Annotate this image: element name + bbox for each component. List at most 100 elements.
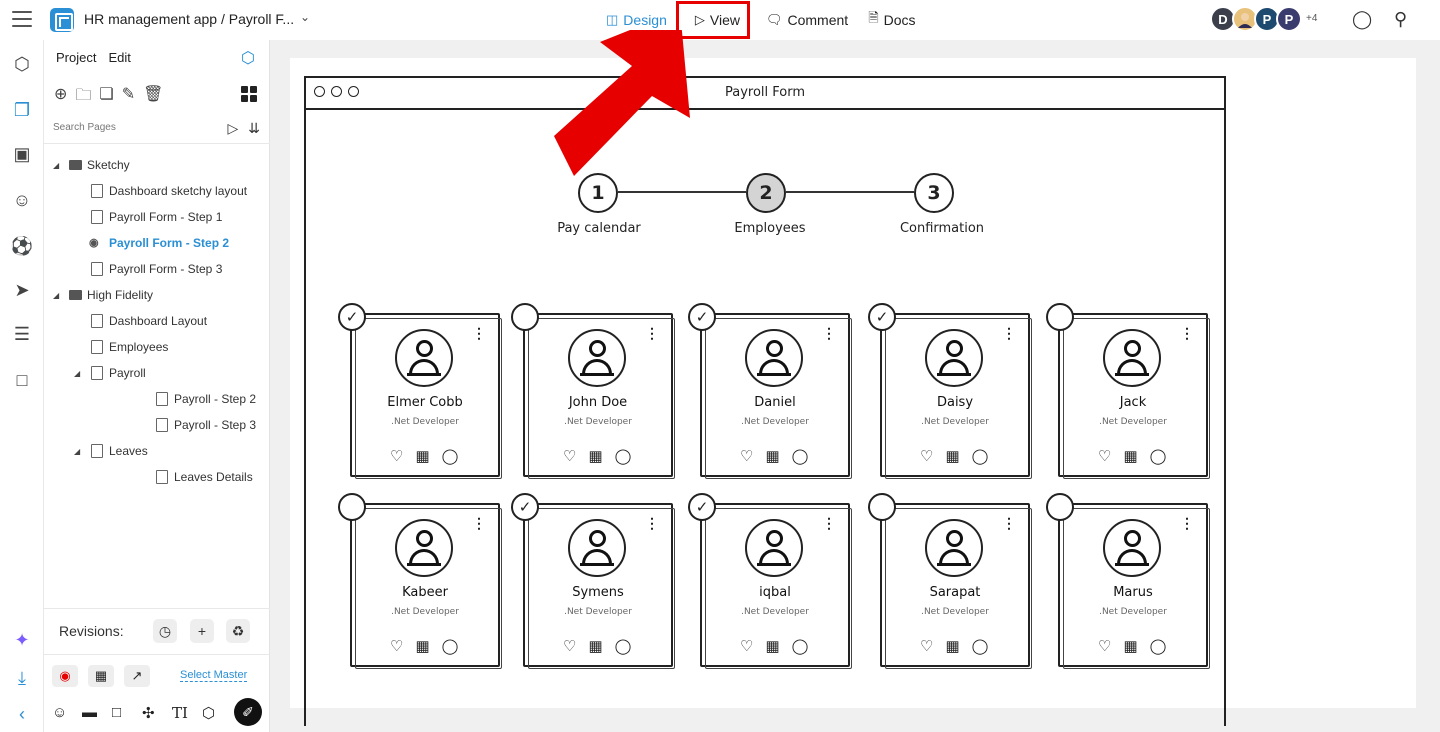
more-options-icon[interactable]: ⋮ (822, 515, 836, 532)
employee-card[interactable]: ⋮ Kabeer .Net Developer ♡ ▦ ◯ (350, 503, 502, 669)
checkbox-unchecked-icon[interactable] (868, 493, 896, 521)
chat-bubble-icon[interactable]: ◯ (442, 637, 459, 655)
calendar-icon[interactable]: ▦ (945, 447, 959, 465)
heart-icon[interactable]: ♡ (740, 447, 753, 465)
heart-icon[interactable]: ♡ (920, 637, 933, 655)
tree-item-page-active[interactable]: ◉ Payroll Form - Step 2 (44, 230, 270, 256)
heart-icon[interactable]: ♡ (563, 447, 576, 465)
search-pages-input[interactable] (53, 122, 203, 133)
calendar-icon[interactable]: ▦ (765, 637, 779, 655)
grid-view-icon[interactable] (241, 86, 257, 102)
trash-icon[interactable]: 🗑 (143, 84, 163, 111)
heart-icon[interactable]: ♡ (740, 637, 753, 655)
pages-icon[interactable]: ❐ (10, 98, 34, 122)
heart-icon[interactable]: ♡ (563, 637, 576, 655)
add-revision-button[interactable]: + (190, 619, 214, 643)
step-3-circle[interactable]: 3 (914, 173, 954, 213)
calendar-icon[interactable]: ▦ (1123, 447, 1137, 465)
collapse-all-icon[interactable]: ⇊ (248, 120, 260, 137)
expand-icon[interactable]: ◢ (74, 369, 84, 378)
chevron-down-icon[interactable]: ⌄ (300, 10, 310, 24)
collaborators[interactable]: D P P +4 (1210, 6, 1317, 32)
tree-item-page[interactable]: Dashboard sketchy layout (44, 178, 270, 204)
chat-bubble-icon[interactable]: ◯ (792, 447, 809, 465)
heart-icon[interactable]: ♡ (390, 447, 403, 465)
chat-bubble-icon[interactable]: ◯ (615, 447, 632, 465)
employee-card[interactable]: ⋮ Daisy .Net Developer ♡ ▦ ◯ (880, 313, 1032, 479)
expand-icon[interactable]: ◢ (74, 447, 84, 456)
tree-item-page[interactable]: Payroll Form - Step 1 (44, 204, 270, 230)
tree-item-payroll[interactable]: ◢ Payroll (44, 360, 270, 386)
checkbox-checked-icon[interactable]: ✓ (338, 303, 366, 331)
rocket-icon[interactable]: ➤ (10, 278, 34, 302)
calendar-icon[interactable]: ▦ (415, 447, 429, 465)
cube-icon[interactable]: ⬡ (10, 52, 34, 76)
collapse-icon[interactable]: ‹ (10, 702, 34, 726)
calendar-icon[interactable]: ▦ (415, 637, 429, 655)
tab-docs[interactable]: 🗎 Docs (858, 0, 925, 40)
checkbox-unchecked-icon[interactable] (338, 493, 366, 521)
employee-card[interactable]: ⋮ Sarapat .Net Developer ♡ ▦ ◯ (880, 503, 1032, 669)
edit-icon[interactable]: ✎ (122, 84, 135, 111)
add-page-icon[interactable]: ⊕ (54, 84, 67, 111)
tab-edit[interactable]: Edit (108, 50, 130, 65)
more-options-icon[interactable]: ⋮ (645, 325, 659, 342)
employee-card[interactable]: ⋮ Marus .Net Developer ♡ ▦ ◯ (1058, 503, 1210, 669)
more-options-icon[interactable]: ⋮ (472, 325, 486, 342)
more-options-icon[interactable]: ⋮ (822, 325, 836, 342)
tree-item-page[interactable]: Payroll - Step 2 (44, 386, 270, 412)
zoom-icon[interactable]: ⚲ (1394, 9, 1407, 30)
expand-icon[interactable]: ◢ (53, 291, 63, 300)
checkbox-unchecked-icon[interactable] (1046, 493, 1074, 521)
expand-icon[interactable]: ◢ (53, 161, 63, 170)
layers-icon[interactable]: ☰ (10, 322, 34, 346)
checkbox-checked-icon[interactable]: ✓ (688, 303, 716, 331)
folder-icon[interactable]: 🗀 (75, 84, 91, 111)
calendar-icon[interactable]: ▦ (1123, 637, 1137, 655)
calendar-icon[interactable]: ▦ (945, 637, 959, 655)
component-icon[interactable]: ⬡ (202, 704, 215, 722)
heart-icon[interactable]: ♡ (1098, 447, 1111, 465)
text-tool-icon[interactable]: TI (172, 704, 188, 722)
employee-card[interactable]: ⋮ Daniel .Net Developer ♡ ▦ ◯ (700, 313, 852, 479)
heart-icon[interactable]: ♡ (1098, 637, 1111, 655)
bookmark-icon[interactable]: ▷ (227, 120, 238, 137)
avatar[interactable]: P (1276, 6, 1302, 32)
calendar-icon[interactable]: ▦ (588, 637, 602, 655)
chat-bubble-icon[interactable]: ◯ (972, 637, 989, 655)
bag-icon[interactable]: □ (10, 368, 34, 392)
employee-card[interactable]: ⋮ Jack .Net Developer ♡ ▦ ◯ (1058, 313, 1210, 479)
tree-item-high-fidelity[interactable]: ◢ High Fidelity (44, 282, 270, 308)
employee-card[interactable]: ⋮ iqbal .Net Developer ♡ ▦ ◯ (700, 503, 852, 669)
checkbox-unchecked-icon[interactable] (511, 303, 539, 331)
basketball-icon[interactable]: ⚽ (10, 234, 34, 258)
rectangle-tool-icon[interactable]: □ (112, 704, 121, 721)
checkbox-checked-icon[interactable]: ✓ (868, 303, 896, 331)
chat-bubble-icon[interactable]: ◯ (615, 637, 632, 655)
menu-icon[interactable] (12, 11, 32, 27)
checkbox-checked-icon[interactable]: ✓ (511, 493, 539, 521)
heart-icon[interactable]: ♡ (920, 447, 933, 465)
tree-item-leaves[interactable]: ◢ Leaves (44, 438, 270, 464)
tab-project[interactable]: Project (56, 50, 96, 65)
chat-bubble-icon[interactable]: ◯ (1150, 637, 1167, 655)
emoji-icon[interactable]: ☺ (52, 704, 67, 721)
employee-card[interactable]: ⋮ Elmer Cobb .Net Developer ♡ ▦ ◯ (350, 313, 502, 479)
more-options-icon[interactable]: ⋮ (1180, 325, 1194, 342)
chat-bubble-icon[interactable]: ◯ (792, 637, 809, 655)
move-tool-icon[interactable]: ✣ (142, 704, 155, 722)
tree-item-page[interactable]: Payroll Form - Step 3 (44, 256, 270, 282)
more-users-count[interactable]: +4 (1306, 6, 1317, 32)
paint-brush-icon[interactable]: ✐ (234, 698, 262, 726)
copy-icon[interactable]: ❏ (99, 84, 113, 111)
more-options-icon[interactable]: ⋮ (1002, 515, 1016, 532)
more-options-icon[interactable]: ⋮ (1180, 515, 1194, 532)
employee-card[interactable]: ⋮ John Doe .Net Developer ♡ ▦ ◯ (523, 313, 675, 479)
checkbox-checked-icon[interactable]: ✓ (688, 493, 716, 521)
tree-item-sketchy[interactable]: ◢ Sketchy (44, 152, 270, 178)
heart-icon[interactable]: ♡ (390, 637, 403, 655)
chat-icon[interactable]: ◯ (1352, 9, 1372, 30)
calendar-icon[interactable]: ▦ (588, 447, 602, 465)
recycle-icon[interactable]: ♻ (226, 619, 250, 643)
checkbox-unchecked-icon[interactable] (1046, 303, 1074, 331)
